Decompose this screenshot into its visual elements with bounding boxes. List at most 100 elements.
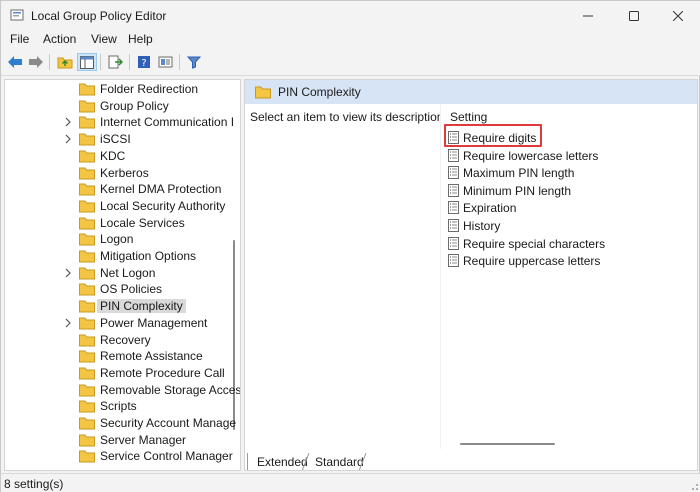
setting-row[interactable]: Minimum PIN length: [448, 182, 688, 200]
folder-icon: [79, 233, 95, 246]
tree-item[interactable]: Group Policy: [5, 98, 233, 115]
tree-item[interactable]: Mitigation Options: [5, 248, 233, 265]
tree-item-label: Scripts: [100, 399, 137, 414]
tree-item[interactable]: Security Account Manage: [5, 415, 237, 432]
setting-row[interactable]: Require special characters: [448, 235, 688, 253]
tree-item-label: Server Manager: [100, 432, 187, 447]
tree-item[interactable]: Service Control Manager: [5, 448, 233, 465]
tree-item[interactable]: Internet Communication I: [5, 114, 234, 131]
tree-item-label: Kernel DMA Protection: [100, 182, 222, 197]
help-icon: ?: [138, 56, 150, 69]
tree-item[interactable]: Server Manager: [5, 432, 233, 449]
tree-item[interactable]: PIN Complexity: [5, 298, 233, 315]
folder-icon: [79, 250, 95, 263]
setting-row[interactable]: Expiration: [448, 199, 688, 217]
forward-button[interactable]: [26, 53, 46, 71]
tree-item-label: Group Policy: [100, 98, 169, 113]
chevron-right-icon[interactable]: [63, 133, 73, 145]
close-button[interactable]: [655, 1, 700, 31]
tree-item-label: KDC: [100, 148, 126, 163]
tree-item-label: Service Control Manager: [100, 449, 233, 464]
menu-file[interactable]: File: [10, 32, 29, 46]
tree-item[interactable]: Local Security Authority: [5, 198, 233, 215]
setting-column-header[interactable]: Setting: [450, 110, 487, 124]
setting-label: Require lowercase letters: [463, 148, 599, 163]
setting-row[interactable]: Require uppercase letters: [448, 252, 688, 270]
setting-row[interactable]: Require lowercase letters: [448, 147, 688, 165]
toolbar-separator: [179, 54, 180, 70]
tree-item[interactable]: OS Policies: [5, 281, 233, 298]
tree-item[interactable]: Removable Storage Acces: [5, 382, 240, 399]
tree-item-label: Security Account Manage: [100, 416, 237, 430]
tree-item-label: Local Security Authority: [100, 198, 226, 213]
view-tabs: Extended Standard: [245, 453, 697, 470]
show-hide-tree-button[interactable]: [77, 53, 97, 71]
properties-button[interactable]: [155, 53, 175, 71]
chevron-right-icon[interactable]: [63, 317, 73, 329]
export-list-button[interactable]: [105, 53, 125, 71]
chevron-right-icon[interactable]: [63, 267, 73, 279]
tree-item-label: Recovery: [100, 332, 151, 347]
menu-action[interactable]: Action: [43, 32, 76, 46]
toolbar-separator: [129, 54, 130, 70]
tree-item-label: Mitigation Options: [100, 249, 197, 263]
tree-item-label: Net Logon: [100, 265, 156, 280]
window: Local Group Policy Editor File Action Vi…: [0, 0, 700, 492]
resize-grip-icon[interactable]: [689, 481, 699, 491]
title-bar[interactable]: Local Group Policy Editor: [1, 1, 700, 31]
back-button[interactable]: [5, 53, 25, 71]
folder-icon: [79, 417, 95, 430]
help-button[interactable]: ?: [134, 53, 154, 71]
tree-scrollbar-thumb[interactable]: [233, 240, 235, 430]
filter-button[interactable]: [184, 53, 204, 71]
tree-item[interactable]: Net Logon: [5, 265, 233, 282]
tree-item[interactable]: Power Management: [5, 315, 233, 332]
tree-item[interactable]: iSCSI: [5, 131, 233, 148]
tree-item[interactable]: KDC: [5, 148, 233, 165]
tree-item[interactable]: Kerberos: [5, 165, 233, 182]
folder-icon: [79, 283, 95, 296]
tree-item[interactable]: Kernel DMA Protection: [5, 181, 233, 198]
folder-icon: [79, 150, 95, 163]
folder-icon: [79, 434, 95, 447]
folder-icon: [79, 367, 95, 380]
back-icon: [8, 56, 22, 68]
status-bar: 8 setting(s): [1, 473, 700, 492]
policy-setting-icon: [448, 166, 459, 180]
tree-item[interactable]: Folder Redirection: [5, 81, 233, 98]
tree-item[interactable]: Locale Services: [5, 215, 233, 232]
setting-row[interactable]: Maximum PIN length: [448, 164, 688, 182]
tree-item-label: Power Management: [100, 315, 208, 330]
navigation-tree[interactable]: Folder Redirection Group Policy Internet C…: [4, 79, 241, 471]
tree-item[interactable]: Logon: [5, 231, 233, 248]
folder-icon: [79, 350, 95, 363]
maximize-icon: [629, 11, 639, 21]
list-horizontal-scrollbar[interactable]: [460, 443, 555, 445]
description-panel: Select an item to view its description.: [245, 104, 447, 449]
folder-icon: [79, 167, 95, 179]
folder-icon: [79, 384, 95, 397]
tree-item[interactable]: Scripts: [5, 398, 233, 415]
setting-row[interactable]: History: [448, 217, 688, 235]
menu-bar: File Action View Help: [1, 31, 700, 49]
setting-label: Expiration: [463, 201, 517, 216]
tree-item-label: Logon: [100, 232, 134, 247]
up-folder-button[interactable]: [55, 53, 75, 71]
tree-item[interactable]: Remote Procedure Call: [5, 365, 233, 382]
folder-icon: [79, 83, 95, 96]
minimize-button[interactable]: [565, 1, 611, 31]
tree-item[interactable]: Recovery: [5, 332, 233, 349]
details-pane: PIN Complexity Select an item to view it…: [244, 79, 698, 471]
properties-icon: [158, 56, 172, 68]
maximize-button[interactable]: [611, 1, 657, 31]
details-title: PIN Complexity: [278, 85, 361, 99]
setting-label: Require special characters: [463, 236, 606, 251]
menu-help[interactable]: Help: [128, 32, 153, 46]
tree-item[interactable]: Remote Assistance: [5, 348, 233, 365]
toolbar-separator: [100, 54, 101, 70]
toolbar: ?: [1, 49, 700, 76]
tree-item-label: iSCSI: [100, 132, 131, 147]
setting-label: Minimum PIN length: [463, 183, 572, 198]
menu-view[interactable]: View: [91, 32, 117, 46]
chevron-right-icon[interactable]: [63, 116, 73, 128]
